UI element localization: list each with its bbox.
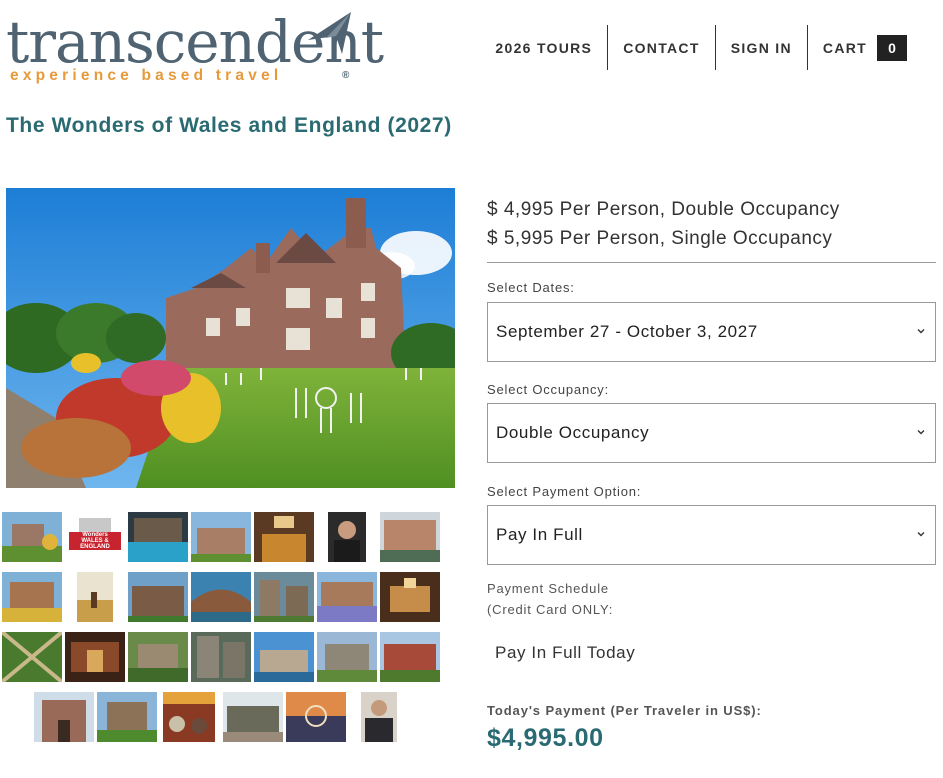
chevron-down-icon — [917, 430, 925, 435]
gallery-thumbnail[interactable] — [97, 692, 157, 742]
payment-option-select[interactable]: Pay In Full — [487, 505, 936, 565]
logo-arrow-icon — [308, 12, 351, 54]
gallery-thumbnail[interactable] — [254, 512, 314, 562]
payment-schedule-value: Pay In Full Today — [495, 643, 636, 662]
price-single-occupancy: $ 5,995 Per Person, Single Occupancy — [487, 228, 833, 249]
occupancy-label: Select Occupancy: — [487, 382, 609, 397]
payment-schedule-label: Payment Schedule (Credit Card ONLY: — [487, 578, 613, 620]
gallery-thumbnail[interactable] — [191, 632, 251, 682]
nav-contact-link[interactable]: CONTACT — [608, 25, 716, 70]
gallery-thumbnail[interactable] — [254, 572, 314, 622]
gallery-thumbnail[interactable] — [128, 512, 188, 562]
site-logo[interactable]: transcendent experience based travel ® — [6, 10, 384, 90]
payment-option-label: Select Payment Option: — [487, 484, 642, 499]
gallery-thumbnail[interactable] — [34, 692, 94, 742]
price-divider — [487, 262, 936, 263]
gallery-thumbnail[interactable] — [380, 632, 440, 682]
nav-cart-link[interactable]: CART 0 — [808, 25, 907, 70]
gallery-thumbnail[interactable] — [128, 632, 188, 682]
gallery-thumbnail[interactable] — [163, 692, 215, 742]
gallery-thumbnail[interactable] — [2, 572, 62, 622]
page-title: The Wonders of Wales and England (2027) — [6, 114, 452, 137]
gallery-thumbnail[interactable] — [191, 512, 251, 562]
gallery-thumbnail[interactable] — [77, 572, 113, 622]
main-product-photo[interactable] — [6, 188, 455, 488]
payment-schedule-label-line2: (Credit Card ONLY: — [487, 602, 614, 617]
dates-selected-value: September 27 - October 3, 2027 — [496, 322, 758, 341]
thumbnail-badge-text: Wonders WALES & ENGLAND — [65, 532, 125, 550]
gallery-thumbnail[interactable] — [361, 692, 397, 742]
todays-payment-label: Today's Payment (Per Traveler in US$): — [487, 703, 762, 718]
occupancy-select[interactable]: Double Occupancy — [487, 403, 936, 463]
nav-tours-link[interactable]: 2026 TOURS — [480, 25, 609, 70]
logo-tagline: experience based travel — [10, 67, 283, 84]
chevron-down-icon — [917, 532, 925, 537]
dates-select[interactable]: September 27 - October 3, 2027 — [487, 302, 936, 362]
gallery-thumbnail[interactable] — [2, 632, 62, 682]
cart-label: CART — [822, 39, 867, 56]
nav-sign-in-link[interactable]: SIGN IN — [716, 25, 808, 70]
logo-registered-mark: ® — [342, 70, 350, 81]
gallery-thumbnail[interactable] — [380, 512, 440, 562]
gallery-thumbnail[interactable] — [380, 572, 440, 622]
dates-label: Select Dates: — [487, 280, 575, 295]
gallery-thumbnail[interactable] — [254, 632, 314, 682]
gallery-thumbnail[interactable] — [65, 632, 125, 682]
gallery-thumbnail[interactable] — [223, 692, 283, 742]
gallery-thumbnail[interactable] — [317, 572, 377, 622]
gallery-thumbnail[interactable] — [286, 692, 346, 742]
payment-selected-value: Pay In Full — [496, 525, 583, 544]
cart-count-badge: 0 — [877, 34, 907, 61]
todays-payment-amount: $4,995.00 — [487, 724, 604, 752]
badge-line: ENGLAND — [80, 544, 110, 550]
occupancy-selected-value: Double Occupancy — [496, 423, 650, 442]
price-double-occupancy: $ 4,995 Per Person, Double Occupancy — [487, 199, 840, 220]
main-nav: 2026 TOURS CONTACT SIGN IN CART 0 — [480, 25, 907, 70]
chevron-down-icon — [917, 329, 925, 334]
gallery-thumbnail[interactable] — [2, 512, 62, 562]
gallery-thumbnail[interactable] — [128, 572, 188, 622]
gallery-thumbnail[interactable] — [317, 632, 377, 682]
gallery-thumbnail[interactable] — [328, 512, 366, 562]
gallery-thumbnail-tour-badge[interactable]: Wonders WALES & ENGLAND — [65, 512, 125, 562]
gallery-thumbnail[interactable] — [191, 572, 251, 622]
payment-schedule-label-line1: Payment Schedule — [487, 581, 609, 596]
